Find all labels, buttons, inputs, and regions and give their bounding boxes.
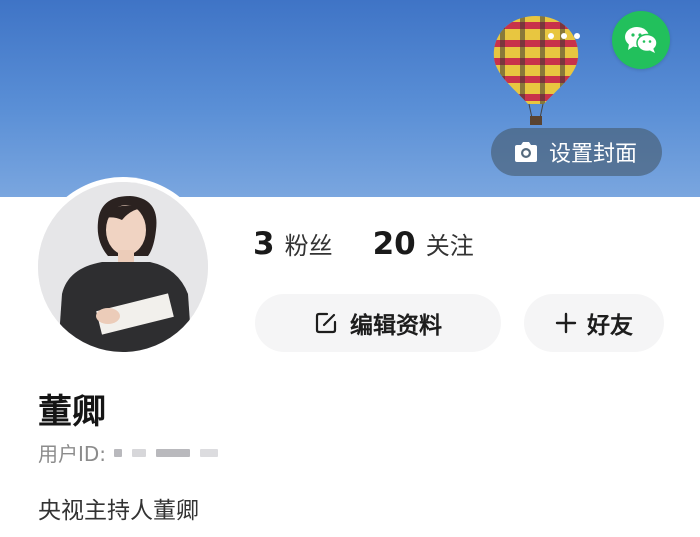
profile-stats: 3 粉丝 20 关注 bbox=[253, 226, 474, 262]
user-id-row: 用户ID: bbox=[38, 438, 219, 467]
user-id-redacted bbox=[114, 448, 219, 457]
edit-icon bbox=[315, 312, 337, 334]
set-cover-label: 设置封面 bbox=[549, 142, 638, 167]
user-id-label: 用户ID: bbox=[38, 442, 107, 466]
profile-cover[interactable]: 设置封面 bbox=[0, 0, 700, 197]
avatar-photo bbox=[38, 182, 208, 352]
profile-name: 董卿 bbox=[38, 392, 106, 432]
followers-count: 3 bbox=[253, 226, 275, 262]
following-label: 关注 bbox=[425, 232, 474, 260]
wechat-icon bbox=[625, 27, 658, 53]
set-cover-button[interactable]: 设置封面 bbox=[491, 128, 662, 176]
profile-bio: 央视主持人董卿 bbox=[38, 498, 199, 524]
plus-icon bbox=[555, 312, 577, 334]
avatar[interactable] bbox=[33, 177, 213, 357]
wechat-share-button[interactable] bbox=[612, 11, 670, 69]
followers-label: 粉丝 bbox=[284, 232, 333, 260]
edit-profile-label: 编辑资料 bbox=[350, 313, 442, 339]
edit-profile-button[interactable]: 编辑资料 bbox=[255, 294, 501, 352]
add-friend-label: 好友 bbox=[587, 313, 633, 339]
add-friend-button[interactable]: 好友 bbox=[524, 294, 664, 352]
following-stat[interactable]: 20 关注 bbox=[373, 226, 474, 262]
camera-icon bbox=[515, 142, 537, 162]
followers-stat[interactable]: 3 粉丝 bbox=[253, 226, 333, 262]
more-dots-icon[interactable] bbox=[536, 22, 592, 50]
profile-photo-illustration bbox=[38, 182, 208, 352]
following-count: 20 bbox=[372, 226, 416, 262]
